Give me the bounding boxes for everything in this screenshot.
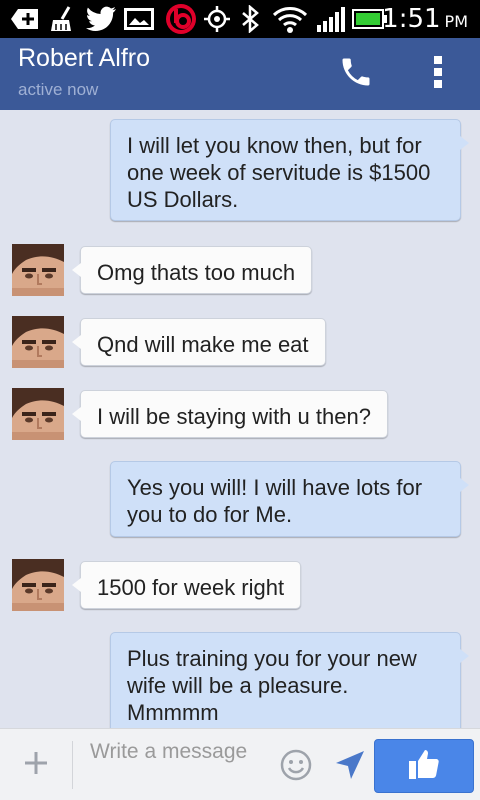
send-location-icon [334, 751, 366, 785]
twitter-icon [84, 6, 118, 32]
outgoing-message[interactable]: I will let you know then, but for one we… [110, 119, 469, 221]
message-composer [0, 728, 480, 800]
cleaner-icon [48, 6, 78, 32]
gallery-icon [122, 6, 156, 32]
emoji-icon [280, 749, 312, 785]
incoming-message[interactable]: Qnd will make me eat [72, 318, 326, 366]
avatar[interactable] [12, 559, 64, 611]
clock-ampm: PM [444, 12, 468, 31]
presence-status: active now [18, 80, 99, 99]
gps-icon [202, 6, 232, 32]
plus-icon [22, 749, 50, 782]
message-input[interactable] [90, 739, 270, 793]
message-list[interactable]: I will let you know then, but for one we… [0, 110, 480, 728]
wifi-icon [270, 6, 310, 33]
incoming-message[interactable]: Omg thats too much [71, 246, 313, 294]
emoji-button[interactable] [280, 749, 312, 781]
message-add-icon [8, 6, 42, 32]
more-options-button[interactable] [416, 54, 460, 94]
conversation-header: Robert Alfro active now [0, 38, 480, 110]
bluetooth-icon [238, 5, 262, 33]
more-vertical-icon [432, 55, 444, 94]
phone-icon [338, 54, 374, 95]
avatar[interactable] [12, 316, 64, 368]
like-button[interactable] [374, 739, 474, 793]
call-button[interactable] [334, 54, 378, 94]
outgoing-message[interactable]: Plus training you for your new wife will… [110, 632, 469, 728]
incoming-message[interactable]: 1500 for week right [71, 561, 302, 609]
add-attachment-button[interactable] [14, 745, 58, 785]
contact-name[interactable]: Robert Alfro [18, 44, 150, 73]
status-bar: 1:51 PM [0, 0, 480, 38]
beats-icon [164, 4, 198, 34]
clock: 1:51 PM [382, 4, 468, 34]
incoming-message[interactable]: I will be staying with u then? [72, 390, 388, 438]
thumbs-up-icon [407, 747, 441, 786]
clock-time: 1:51 [382, 4, 441, 34]
outgoing-message[interactable]: Yes you will! I will have lots for you t… [110, 461, 469, 537]
composer-divider [72, 741, 73, 789]
avatar[interactable] [12, 388, 64, 440]
signal-icon [314, 6, 350, 32]
avatar[interactable] [12, 244, 64, 296]
share-location-button[interactable] [334, 749, 368, 781]
